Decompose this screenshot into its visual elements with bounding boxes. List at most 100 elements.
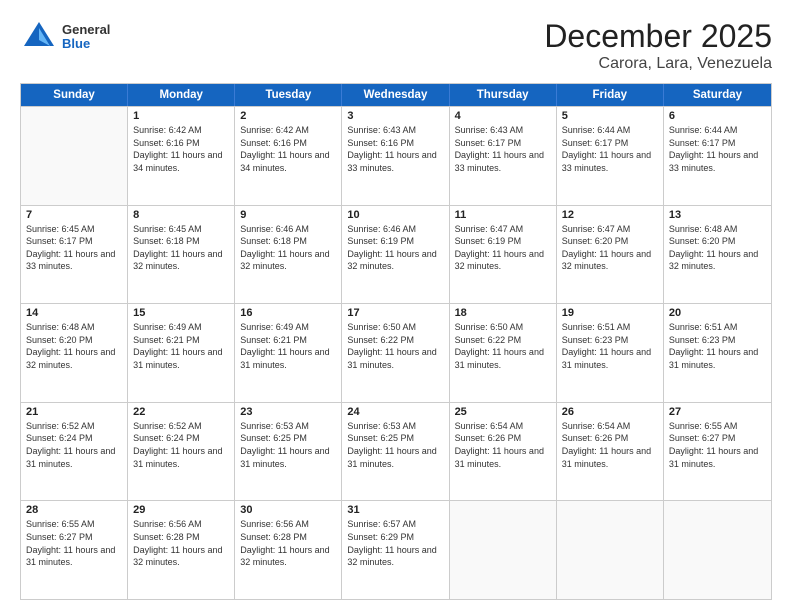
calendar-header-thursday: Thursday	[450, 84, 557, 106]
calendar-cell: 22 Sunrise: 6:52 AMSunset: 6:24 PMDayligh…	[128, 403, 235, 501]
logo-general: General	[62, 23, 110, 37]
calendar-cell	[21, 107, 128, 205]
cell-info: Sunrise: 6:45 AMSunset: 6:18 PMDaylight:…	[133, 223, 229, 273]
calendar-cell: 16 Sunrise: 6:49 AMSunset: 6:21 PMDayligh…	[235, 304, 342, 402]
cell-day-number: 6	[669, 110, 766, 122]
calendar-cell: 10 Sunrise: 6:46 AMSunset: 6:19 PMDayligh…	[342, 206, 449, 304]
cell-info: Sunrise: 6:53 AMSunset: 6:25 PMDaylight:…	[347, 420, 443, 470]
calendar-week-5: 28Sunrise: 6:55 AMSunset: 6:27 PMDayligh…	[21, 500, 771, 599]
calendar-cell: 4Sunrise: 6:43 AMSunset: 6:17 PMDaylight…	[450, 107, 557, 205]
header: General Blue December 2025 Carora, Lara,…	[20, 18, 772, 73]
calendar-cell: 3Sunrise: 6:43 AMSunset: 6:16 PMDaylight…	[342, 107, 449, 205]
calendar-cell: 2Sunrise: 6:42 AMSunset: 6:16 PMDaylight…	[235, 107, 342, 205]
cell-day-number: 8	[133, 209, 229, 221]
calendar-cell: 30 Sunrise: 6:56 AMSunset: 6:28 PMDayligh…	[235, 501, 342, 599]
cell-info: Sunrise: 6:46 AMSunset: 6:18 PMDaylight:…	[240, 223, 336, 273]
calendar-week-4: 21 Sunrise: 6:52 AMSunset: 6:24 PMDayligh…	[21, 402, 771, 501]
cell-info: Sunrise: 6:51 AMSunset: 6:23 PMDaylight:…	[562, 321, 658, 371]
calendar-cell: 11Sunrise: 6:47 AMSunset: 6:19 PMDayligh…	[450, 206, 557, 304]
cell-info: Sunrise: 6:52 AMSunset: 6:24 PMDaylight:…	[133, 420, 229, 470]
cell-day-number: 20	[669, 307, 766, 319]
calendar-cell	[557, 501, 664, 599]
calendar-cell: 12 Sunrise: 6:47 AMSunset: 6:20 PMDayligh…	[557, 206, 664, 304]
cell-day-number: 13	[669, 209, 766, 221]
cell-day-number: 21	[26, 406, 122, 418]
cell-info: Sunrise: 6:50 AMSunset: 6:22 PMDaylight:…	[455, 321, 551, 371]
calendar-cell: 6 Sunrise: 6:44 AMSunset: 6:17 PMDaylight…	[664, 107, 771, 205]
cell-day-number: 26	[562, 406, 658, 418]
cell-info: Sunrise: 6:43 AMSunset: 6:17 PMDaylight:…	[455, 124, 551, 174]
calendar-week-3: 14 Sunrise: 6:48 AMSunset: 6:20 PMDayligh…	[21, 303, 771, 402]
cell-info: Sunrise: 6:45 AMSunset: 6:17 PMDaylight:…	[26, 223, 122, 273]
cell-info: Sunrise: 6:43 AMSunset: 6:16 PMDaylight:…	[347, 124, 443, 174]
cell-day-number: 29	[133, 504, 229, 516]
cell-day-number: 17	[347, 307, 443, 319]
cell-info: Sunrise: 6:56 AMSunset: 6:28 PMDaylight:…	[240, 518, 336, 568]
cell-day-number: 19	[562, 307, 658, 319]
calendar-header-monday: Monday	[128, 84, 235, 106]
cell-day-number: 5	[562, 110, 658, 122]
cell-day-number: 22	[133, 406, 229, 418]
calendar-header-tuesday: Tuesday	[235, 84, 342, 106]
cell-info: Sunrise: 6:55 AMSunset: 6:27 PMDaylight:…	[26, 518, 122, 568]
cell-info: Sunrise: 6:49 AMSunset: 6:21 PMDaylight:…	[133, 321, 229, 371]
cell-info: Sunrise: 6:48 AMSunset: 6:20 PMDaylight:…	[26, 321, 122, 371]
cell-info: Sunrise: 6:42 AMSunset: 6:16 PMDaylight:…	[240, 124, 336, 174]
calendar-week-2: 7 Sunrise: 6:45 AMSunset: 6:17 PMDaylight…	[21, 205, 771, 304]
cell-day-number: 11	[455, 209, 551, 221]
cell-day-number: 30	[240, 504, 336, 516]
calendar-cell: 19 Sunrise: 6:51 AMSunset: 6:23 PMDayligh…	[557, 304, 664, 402]
calendar-cell: 27 Sunrise: 6:55 AMSunset: 6:27 PMDayligh…	[664, 403, 771, 501]
calendar-week-1: 1 Sunrise: 6:42 AMSunset: 6:16 PMDaylight…	[21, 106, 771, 205]
calendar-cell: 18Sunrise: 6:50 AMSunset: 6:22 PMDayligh…	[450, 304, 557, 402]
calendar-cell: 28Sunrise: 6:55 AMSunset: 6:27 PMDayligh…	[21, 501, 128, 599]
cell-info: Sunrise: 6:44 AMSunset: 6:17 PMDaylight:…	[669, 124, 766, 174]
logo-icon	[20, 18, 58, 56]
cell-day-number: 24	[347, 406, 443, 418]
calendar-cell: 23Sunrise: 6:53 AMSunset: 6:25 PMDayligh…	[235, 403, 342, 501]
logo-text: General Blue	[62, 23, 110, 52]
cell-day-number: 15	[133, 307, 229, 319]
title-block: December 2025 Carora, Lara, Venezuela	[544, 18, 772, 73]
calendar-header-row: SundayMondayTuesdayWednesdayThursdayFrid…	[21, 84, 771, 106]
calendar-cell	[664, 501, 771, 599]
cell-day-number: 25	[455, 406, 551, 418]
calendar-cell: 5Sunrise: 6:44 AMSunset: 6:17 PMDaylight…	[557, 107, 664, 205]
calendar-cell: 29 Sunrise: 6:56 AMSunset: 6:28 PMDayligh…	[128, 501, 235, 599]
calendar-header-friday: Friday	[557, 84, 664, 106]
calendar-header-sunday: Sunday	[21, 84, 128, 106]
cell-info: Sunrise: 6:55 AMSunset: 6:27 PMDaylight:…	[669, 420, 766, 470]
calendar-cell: 15 Sunrise: 6:49 AMSunset: 6:21 PMDayligh…	[128, 304, 235, 402]
calendar: SundayMondayTuesdayWednesdayThursdayFrid…	[20, 83, 772, 600]
cell-info: Sunrise: 6:48 AMSunset: 6:20 PMDaylight:…	[669, 223, 766, 273]
calendar-header-saturday: Saturday	[664, 84, 771, 106]
cell-info: Sunrise: 6:56 AMSunset: 6:28 PMDaylight:…	[133, 518, 229, 568]
cell-day-number: 12	[562, 209, 658, 221]
cell-day-number: 14	[26, 307, 122, 319]
cell-info: Sunrise: 6:46 AMSunset: 6:19 PMDaylight:…	[347, 223, 443, 273]
calendar-cell: 21 Sunrise: 6:52 AMSunset: 6:24 PMDayligh…	[21, 403, 128, 501]
calendar-header-wednesday: Wednesday	[342, 84, 449, 106]
cell-info: Sunrise: 6:54 AMSunset: 6:26 PMDaylight:…	[562, 420, 658, 470]
cell-info: Sunrise: 6:49 AMSunset: 6:21 PMDaylight:…	[240, 321, 336, 371]
cell-info: Sunrise: 6:50 AMSunset: 6:22 PMDaylight:…	[347, 321, 443, 371]
cell-info: Sunrise: 6:57 AMSunset: 6:29 PMDaylight:…	[347, 518, 443, 568]
calendar-cell: 1Sunrise: 6:42 AMSunset: 6:16 PMDaylight…	[128, 107, 235, 205]
cell-day-number: 16	[240, 307, 336, 319]
calendar-cell: 14 Sunrise: 6:48 AMSunset: 6:20 PMDayligh…	[21, 304, 128, 402]
calendar-cell: 17 Sunrise: 6:50 AMSunset: 6:22 PMDayligh…	[342, 304, 449, 402]
calendar-subtitle: Carora, Lara, Venezuela	[544, 55, 772, 73]
cell-day-number: 27	[669, 406, 766, 418]
cell-info: Sunrise: 6:52 AMSunset: 6:24 PMDaylight:…	[26, 420, 122, 470]
cell-day-number: 10	[347, 209, 443, 221]
cell-info: Sunrise: 6:53 AMSunset: 6:25 PMDaylight:…	[240, 420, 336, 470]
calendar-cell: 8 Sunrise: 6:45 AMSunset: 6:18 PMDaylight…	[128, 206, 235, 304]
cell-day-number: 9	[240, 209, 336, 221]
calendar-cell: 9 Sunrise: 6:46 AMSunset: 6:18 PMDaylight…	[235, 206, 342, 304]
page: General Blue December 2025 Carora, Lara,…	[0, 0, 792, 612]
calendar-cell	[450, 501, 557, 599]
logo-blue: Blue	[62, 37, 110, 51]
cell-day-number: 1	[133, 110, 229, 122]
cell-info: Sunrise: 6:47 AMSunset: 6:20 PMDaylight:…	[562, 223, 658, 273]
cell-day-number: 7	[26, 209, 122, 221]
